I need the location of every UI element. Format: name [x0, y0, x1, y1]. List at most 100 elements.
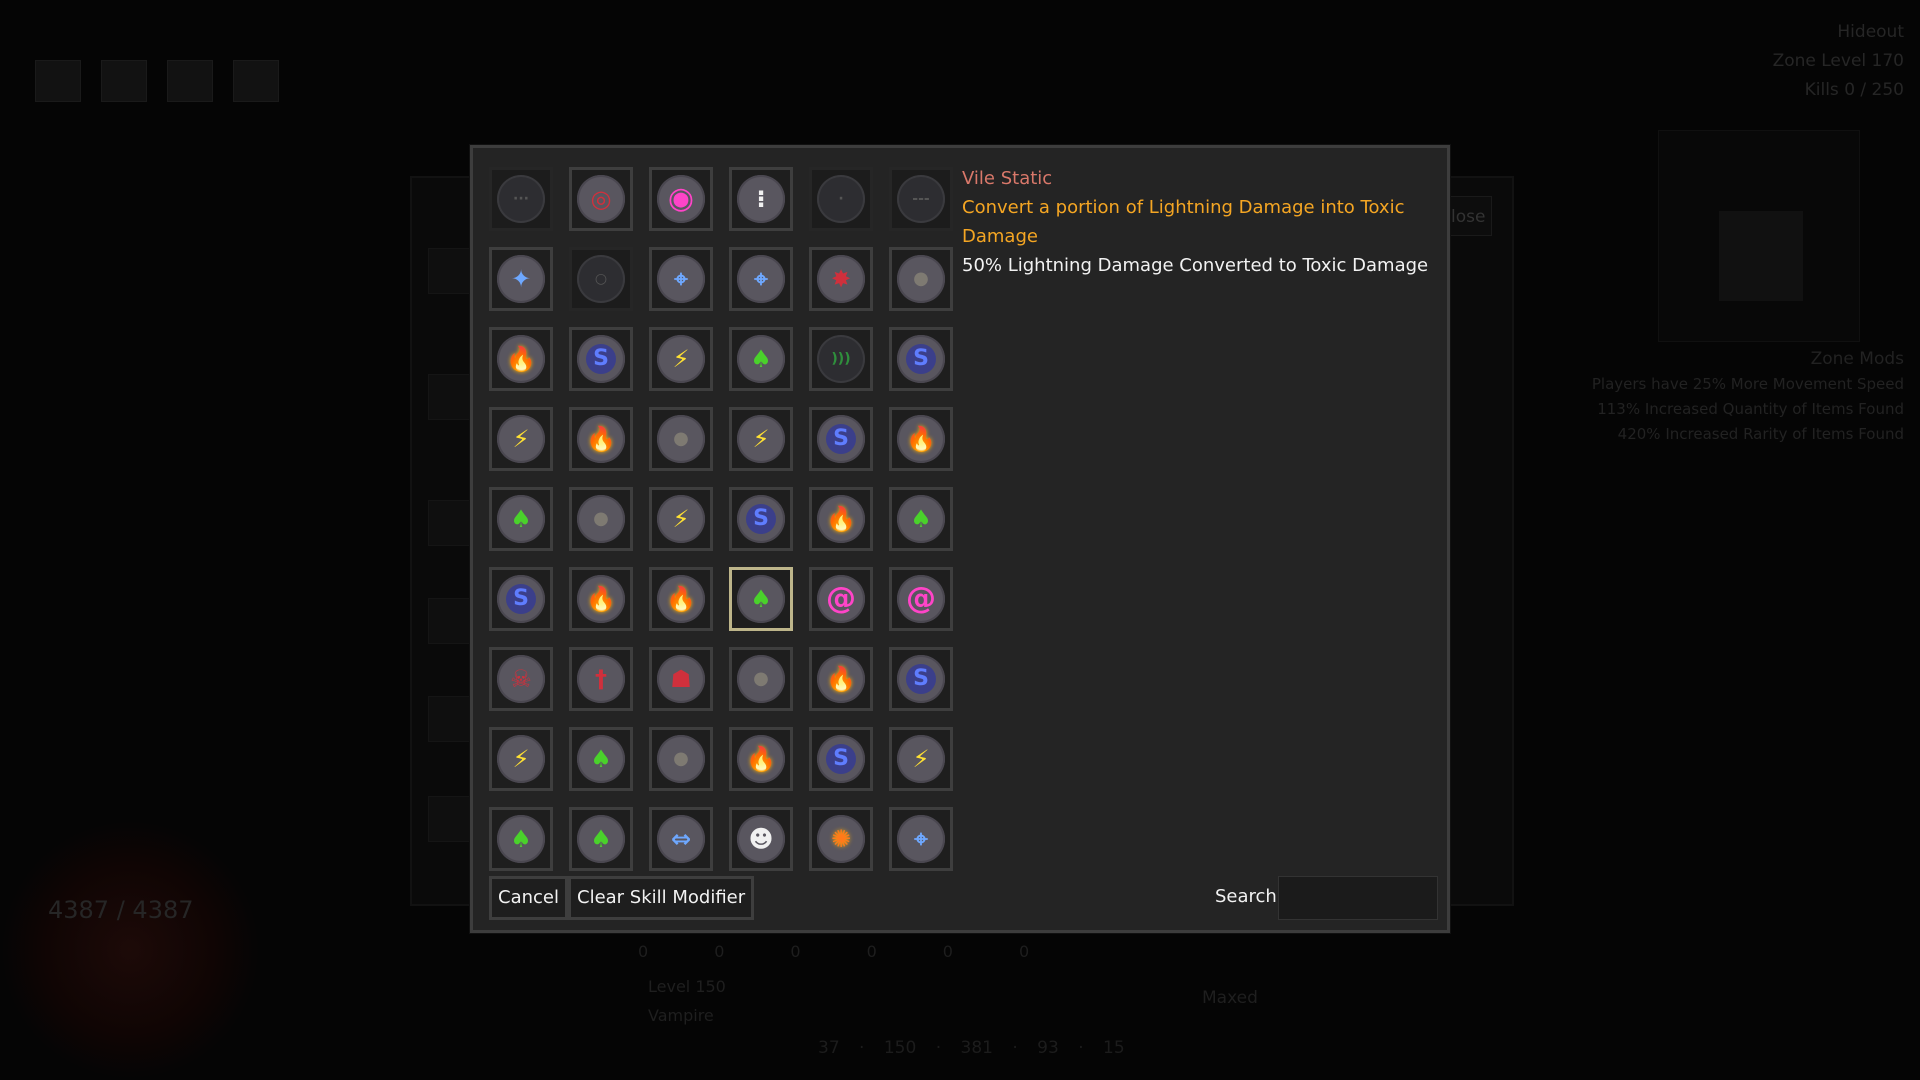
action-slot-icon[interactable] [233, 60, 279, 102]
modifier-slot[interactable]: 🔥 [649, 567, 713, 631]
modifier-slot[interactable]: @ [889, 567, 953, 631]
icon-glyph: † [595, 665, 607, 693]
action-slot-icon[interactable] [101, 60, 147, 102]
modifier-slot[interactable]: ⚡ [889, 727, 953, 791]
modifier-slot[interactable]: ● [729, 647, 793, 711]
clear-skill-modifier-button[interactable]: Clear Skill Modifier [568, 876, 755, 920]
skill-number: 0 [942, 942, 953, 961]
modifier-slot[interactable]: · [809, 167, 873, 231]
icon-glyph: S [746, 504, 776, 534]
modifier-slot[interactable]: ⌖ [729, 247, 793, 311]
modifier-tooltip: Vile Static Convert a portion of Lightni… [962, 164, 1447, 280]
icon-glyph: ··· [513, 191, 529, 207]
modifier-slot[interactable]: 🔥 [569, 407, 633, 471]
zone-mod-line: 113% Increased Quantity of Items Found [1597, 400, 1904, 418]
modifier-slot[interactable]: ⇔ [649, 807, 713, 871]
icon-glyph: ⌖ [914, 825, 928, 853]
modifier-slot[interactable]: ☠ [489, 647, 553, 711]
modifier-name: Vile Static [962, 168, 1053, 189]
fire-orb-icon: 🔥 [897, 415, 945, 463]
zone-info: Hideout Zone Level 170 Kills 0 / 250 [1773, 18, 1904, 105]
modifier-slot[interactable]: ○ [569, 247, 633, 311]
modifier-slot[interactable]: S [489, 567, 553, 631]
modifier-slot[interactable]: ⚡ [489, 407, 553, 471]
modifier-slot[interactable]: ✸ [809, 247, 873, 311]
modifier-slot[interactable]: ♠ [489, 487, 553, 551]
modifier-slot[interactable]: ♠ [569, 807, 633, 871]
blue-crosshair-icon: ⌖ [737, 255, 785, 303]
modifier-slot[interactable]: ✺ [809, 807, 873, 871]
modifier-slot[interactable]: S [889, 647, 953, 711]
modifier-slot[interactable]: ⌖ [649, 247, 713, 311]
icon-glyph: · [838, 191, 844, 207]
modifier-slot[interactable]: ⚡ [489, 727, 553, 791]
modifier-slot[interactable]: S [729, 487, 793, 551]
pink-ring-orb-icon: ◉ [657, 175, 705, 223]
icon-glyph: ))) [831, 351, 851, 367]
skill-level-numbers: 0 0 0 0 0 0 [638, 942, 1029, 961]
modifier-slot[interactable]: 🔥 [889, 407, 953, 471]
modifier-slot[interactable]: ● [649, 407, 713, 471]
modifier-slot[interactable]: ● [649, 727, 713, 791]
modifier-slot[interactable]: ♠ [729, 327, 793, 391]
modifier-slot[interactable]: 🔥 [809, 487, 873, 551]
icon-glyph: 🔥 [586, 425, 616, 453]
modifier-slot[interactable]: ✦ [489, 247, 553, 311]
cancel-button[interactable]: Cancel [489, 876, 568, 920]
icon-glyph: S [906, 664, 936, 694]
modifier-slot[interactable]: 🔥 [809, 647, 873, 711]
modifier-slot[interactable]: ))) [809, 327, 873, 391]
toxic-orb-icon: ♠ [577, 735, 625, 783]
modifier-slot[interactable]: ⚡ [649, 487, 713, 551]
frost-orb-icon: S [497, 575, 545, 623]
modifier-slot[interactable]: ♠ [729, 567, 793, 631]
frost-orb-icon: S [577, 335, 625, 383]
modifier-slot[interactable]: S [809, 727, 873, 791]
search-input[interactable] [1278, 876, 1438, 920]
modifier-slot[interactable]: ● [569, 487, 633, 551]
modifier-slot[interactable]: ♠ [489, 807, 553, 871]
bottom-stats: 37 · 150 · 381 · 93 · 15 [818, 1038, 1125, 1058]
modifier-slot[interactable]: † [569, 647, 633, 711]
icon-glyph: ☗ [670, 665, 692, 693]
action-slot-icon[interactable] [167, 60, 213, 102]
modifier-slot[interactable]: ● [889, 247, 953, 311]
modifier-slot[interactable]: ♠ [889, 487, 953, 551]
lightning-orb-icon: ⚡ [737, 415, 785, 463]
modifier-slot[interactable]: @ [809, 567, 873, 631]
icon-glyph: ✺ [830, 825, 852, 853]
icon-glyph: 🔥 [586, 585, 616, 613]
action-slot-icon[interactable] [35, 60, 81, 102]
physical-orb-icon: ● [737, 655, 785, 703]
modifier-slot[interactable]: S [809, 407, 873, 471]
modifier-slot[interactable]: ⚡ [729, 407, 793, 471]
modifier-slot[interactable]: --- [889, 167, 953, 231]
icon-glyph: ⚡ [672, 505, 690, 533]
modifier-slot[interactable]: ◎ [569, 167, 633, 231]
physical-orb-icon: ● [897, 255, 945, 303]
icon-glyph: ⚡ [672, 345, 690, 373]
modifier-slot[interactable]: ⚡ [649, 327, 713, 391]
modifier-slot[interactable]: 🔥 [569, 567, 633, 631]
modifier-description: Convert a portion of Lightning Damage in… [962, 197, 1405, 247]
modifier-slot[interactable]: S [569, 327, 633, 391]
modifier-slot[interactable]: ◉ [649, 167, 713, 231]
modifier-slot[interactable]: ⌖ [889, 807, 953, 871]
skill-modifier-grid: ··· ◎ ◉ ⁝ · --- ✦ ○ ⌖ ⌖ ✸ ● 🔥 S ⚡ ♠))) S ⚡ 🔥 ● ⚡ S 🔥 ♠ ● ⚡ S 🔥 ♠ S 🔥 🔥 ♠… [489, 167, 953, 871]
icon-glyph: ● [593, 508, 609, 529]
fire-orb-icon: 🔥 [817, 655, 865, 703]
modifier-slot[interactable]: 🔥 [489, 327, 553, 391]
modifier-slot[interactable]: ··· [489, 167, 553, 231]
physical-orb-icon: ● [657, 415, 705, 463]
modifier-slot[interactable]: 🔥 [729, 727, 793, 791]
icon-glyph: ⌖ [674, 265, 688, 293]
icon-glyph: ⚡ [912, 745, 930, 773]
modifier-slot[interactable]: ☗ [649, 647, 713, 711]
modifier-slot[interactable]: ♠ [569, 727, 633, 791]
icon-glyph: ● [913, 268, 929, 289]
modifier-slot[interactable]: ⁝ [729, 167, 793, 231]
modifier-slot[interactable]: S [889, 327, 953, 391]
modifier-slot[interactable]: ☻ [729, 807, 793, 871]
icon-glyph: ♠ [590, 745, 612, 773]
red-ring-orb-icon: ◎ [577, 175, 625, 223]
